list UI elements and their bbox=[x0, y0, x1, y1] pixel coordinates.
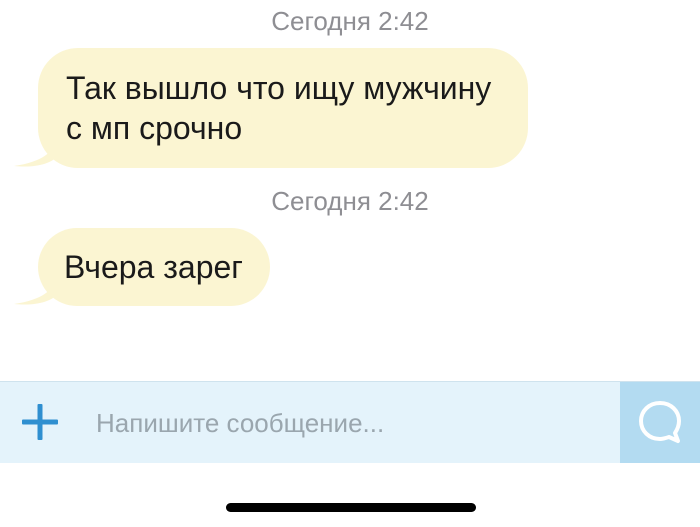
send-button[interactable] bbox=[620, 382, 700, 463]
incoming-message-bubble[interactable]: Так вышло что ищу мужчину с мп срочно bbox=[38, 48, 528, 168]
message-timestamp: Сегодня 2:42 bbox=[271, 186, 429, 216]
home-indicator bbox=[226, 503, 476, 512]
add-attachment-button[interactable] bbox=[18, 400, 62, 444]
message-bubble-container: Так вышло что ищу мужчину с мп срочно bbox=[14, 48, 528, 168]
message-input[interactable] bbox=[96, 402, 606, 444]
message-text-line: Так вышло что ищу мужчину bbox=[66, 70, 492, 106]
message-bubble-container: Вчера зарег bbox=[14, 228, 270, 306]
message-composer bbox=[0, 381, 700, 463]
message-text-line: с мп срочно bbox=[66, 110, 243, 146]
message-timestamp: Сегодня 2:42 bbox=[271, 6, 429, 36]
chat-screen: Сегодня 2:42 Так вышло что ищу мужчину с… bbox=[0, 0, 700, 527]
chat-bubble-icon bbox=[639, 401, 681, 443]
incoming-message-bubble[interactable]: Вчера зарег bbox=[38, 228, 270, 306]
message-text-line: Вчера зарег bbox=[64, 249, 243, 285]
plus-icon bbox=[22, 404, 58, 440]
